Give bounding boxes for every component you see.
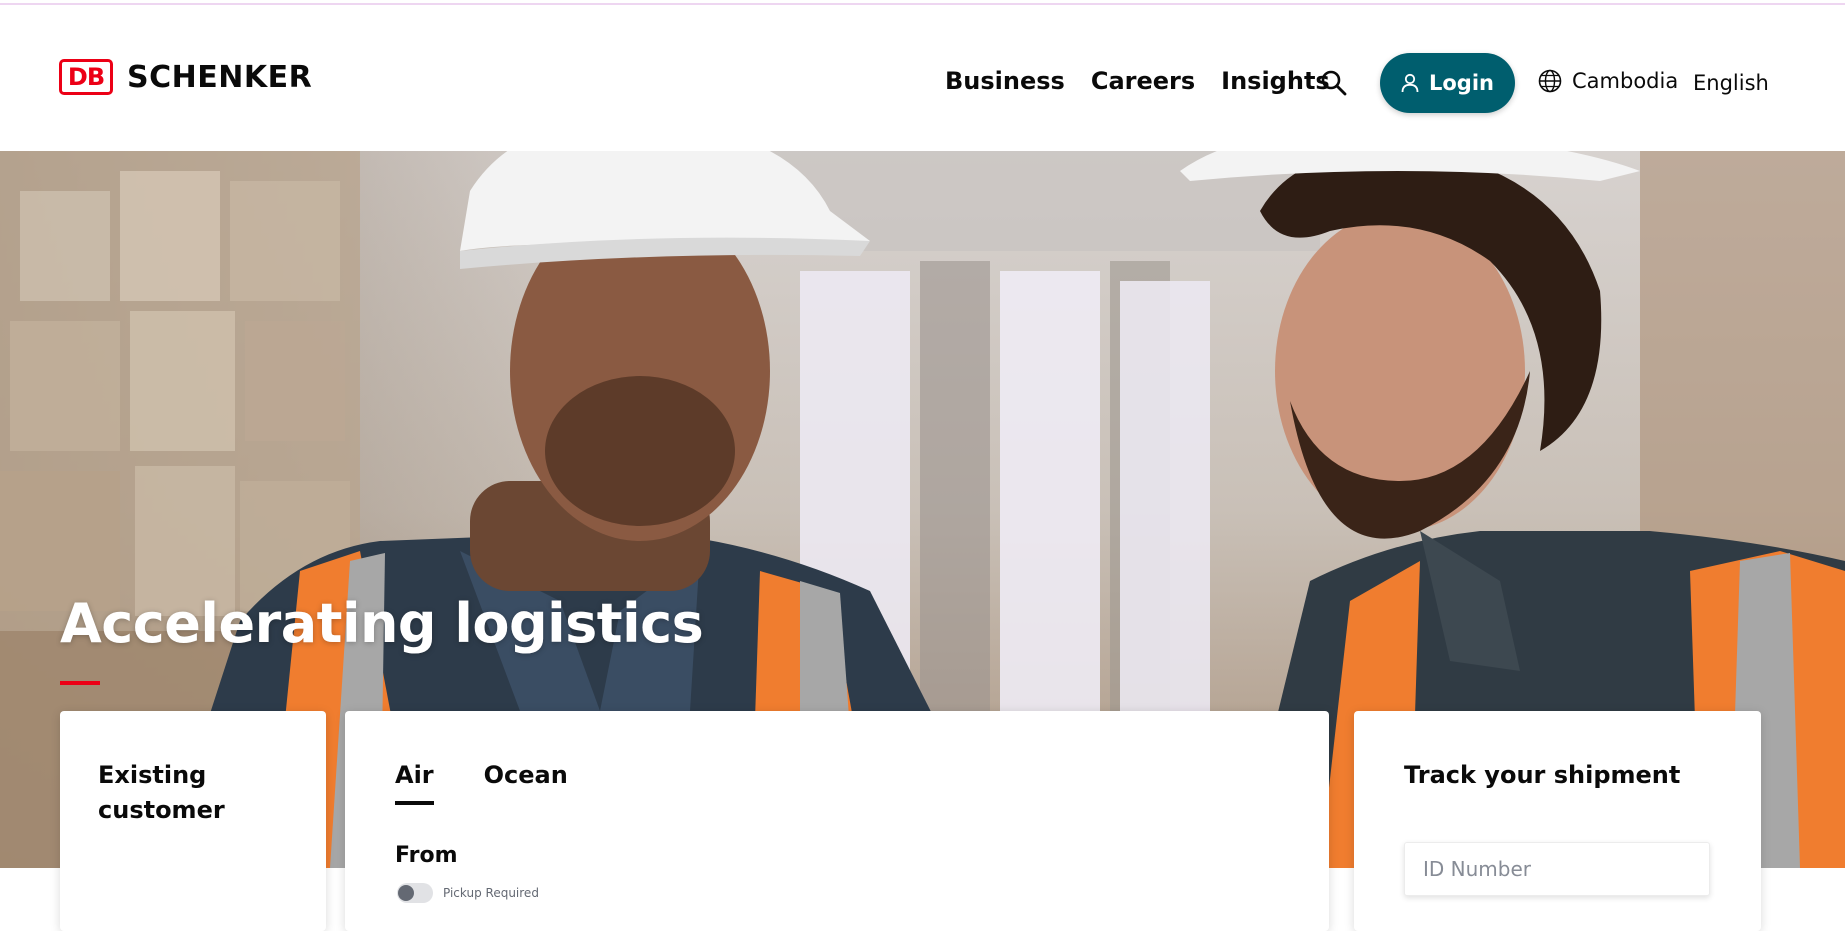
tab-ocean[interactable]: Ocean (484, 761, 568, 805)
db-schenker-logo[interactable]: DB SCHENKER (59, 59, 312, 95)
main-nav: Business Careers Insights (945, 67, 1356, 95)
country-label: Cambodia (1572, 69, 1679, 93)
from-label: From (395, 843, 458, 868)
existing-customer-card[interactable]: Existing customer (60, 711, 326, 931)
track-shipment-title: Track your shipment (1404, 761, 1681, 789)
login-button[interactable]: Login (1380, 53, 1515, 113)
nav-business[interactable]: Business (945, 67, 1065, 95)
db-logo-mark: DB (59, 59, 113, 95)
brand-name: SCHENKER (127, 59, 313, 95)
toggle-knob (398, 885, 414, 901)
quote-card: Air Ocean From Pickup Required (345, 711, 1329, 931)
language-selector[interactable]: English (1693, 71, 1769, 95)
globe-icon (1538, 69, 1562, 93)
user-icon (1401, 73, 1419, 93)
nav-insights[interactable]: Insights (1221, 67, 1330, 95)
existing-customer-title: Existing customer (98, 761, 225, 824)
hero-accent-line (60, 681, 100, 685)
search-icon[interactable] (1320, 69, 1348, 97)
hero-title: Accelerating logistics (60, 592, 704, 655)
tab-air[interactable]: Air (395, 761, 434, 805)
site-header: DB SCHENKER Business Careers Insights Lo… (0, 5, 1845, 151)
transport-tabs: Air Ocean (395, 761, 568, 805)
pickup-required-toggle[interactable] (397, 883, 433, 903)
pickup-required-row: Pickup Required (397, 883, 539, 903)
id-number-input[interactable] (1404, 842, 1710, 896)
country-selector[interactable]: Cambodia (1538, 69, 1678, 93)
pickup-required-label: Pickup Required (443, 886, 539, 900)
track-shipment-card: Track your shipment (1354, 711, 1761, 931)
nav-careers[interactable]: Careers (1091, 67, 1195, 95)
login-label: Login (1429, 71, 1494, 95)
